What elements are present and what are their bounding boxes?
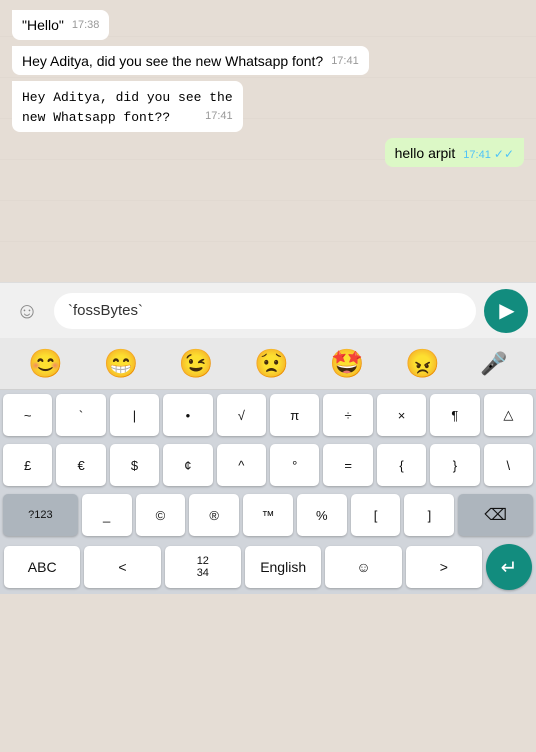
key-pilcrow[interactable]: ¶ (430, 394, 479, 436)
key-sqrt[interactable]: √ (217, 394, 266, 436)
send-icon: ▶ (499, 298, 514, 323)
key-pound[interactable]: £ (3, 444, 52, 486)
key-pipe[interactable]: | (110, 394, 159, 436)
key-lbrace[interactable]: { (377, 444, 426, 486)
key-underscore[interactable]: _ (82, 494, 132, 536)
key-rbrace[interactable]: } (430, 444, 479, 486)
message-bubble-4: hello arpit 17:41 ✓✓ (385, 138, 524, 168)
emoji-1[interactable]: 😊 (28, 347, 63, 380)
message-time-3: 17:41 (205, 109, 233, 124)
key-backtick[interactable]: ` (56, 394, 105, 436)
emoji-5[interactable]: 🤩 (330, 347, 365, 380)
message-text-1: "Hello" (22, 17, 64, 33)
key-registered[interactable]: ® (189, 494, 239, 536)
key-numbers-grid[interactable]: 1234 (165, 546, 241, 588)
key-divide[interactable]: ÷ (323, 394, 372, 436)
key-cent[interactable]: ¢ (163, 444, 212, 486)
emoji-row: 😊 😁 😉 😟 🤩 😠 🎤 (0, 338, 536, 390)
keyboard: ~ ` | • √ π ÷ × ¶ △ £ € $ ¢ ^ ° = { } \ … (0, 390, 536, 540)
key-abc[interactable]: ABC (4, 546, 80, 588)
key-equals[interactable]: = (323, 444, 372, 486)
message-text-3: Hey Aditya, did you see thenew Whatsapp … (22, 90, 233, 125)
key-trademark[interactable]: ™ (243, 494, 293, 536)
key-greater-than[interactable]: > (406, 546, 482, 588)
key-copyright[interactable]: © (136, 494, 186, 536)
key-caret[interactable]: ^ (217, 444, 266, 486)
message-text-4: hello arpit (395, 145, 456, 161)
tick-icon: ✓✓ (494, 147, 514, 161)
key-pi[interactable]: π (270, 394, 319, 436)
key-emoji-bottom[interactable]: ☺ (325, 546, 401, 588)
emoji-6[interactable]: 😠 (405, 347, 440, 380)
key-less-than[interactable]: < (84, 546, 160, 588)
key-triangle[interactable]: △ (484, 394, 533, 436)
input-area: ☺ ▶ (0, 282, 536, 338)
key-euro[interactable]: € (56, 444, 105, 486)
emoji-button[interactable]: ☺ (8, 292, 46, 330)
key-123[interactable]: ?123 (3, 494, 78, 536)
emoji-2[interactable]: 😁 (104, 347, 139, 380)
key-row-2: £ € $ ¢ ^ ° = { } \ (0, 440, 536, 490)
message-time-1: 17:38 (72, 18, 100, 33)
message-time-4: 17:41 ✓✓ (463, 146, 514, 163)
send-button[interactable]: ▶ (484, 289, 528, 333)
key-row-1: ~ ` | • √ π ÷ × ¶ △ (0, 390, 536, 440)
message-bubble-1: "Hello" 17:38 (12, 10, 109, 40)
key-backspace[interactable]: ⌫ (458, 494, 533, 536)
mic-icon[interactable]: 🎤 (480, 351, 507, 377)
key-space-english[interactable]: English (245, 546, 321, 588)
bottom-bar: ABC < 1234 English ☺ > ↵ (0, 540, 536, 594)
key-backslash[interactable]: \ (484, 444, 533, 486)
emoji-4[interactable]: 😟 (254, 347, 289, 380)
key-tilde[interactable]: ~ (3, 394, 52, 436)
key-dollar[interactable]: $ (110, 444, 159, 486)
message-time-2: 17:41 (331, 54, 359, 69)
emoji-3[interactable]: 😉 (179, 347, 214, 380)
message-bubble-2: Hey Aditya, did you see the new Whatsapp… (12, 46, 369, 76)
key-degree[interactable]: ° (270, 444, 319, 486)
message-text-2: Hey Aditya, did you see the new Whatsapp… (22, 53, 323, 69)
key-percent[interactable]: % (297, 494, 347, 536)
message-input[interactable] (54, 293, 476, 329)
message-bubble-3: Hey Aditya, did you see thenew Whatsapp … (12, 81, 243, 131)
chat-area: "Hello" 17:38 Hey Aditya, did you see th… (0, 0, 536, 282)
key-times[interactable]: × (377, 394, 426, 436)
key-return[interactable]: ↵ (486, 544, 532, 590)
key-bullet[interactable]: • (163, 394, 212, 436)
key-row-3: ?123 _ © ® ™ % [ ] ⌫ (0, 490, 536, 540)
key-rbracket[interactable]: ] (404, 494, 454, 536)
key-lbracket[interactable]: [ (351, 494, 401, 536)
